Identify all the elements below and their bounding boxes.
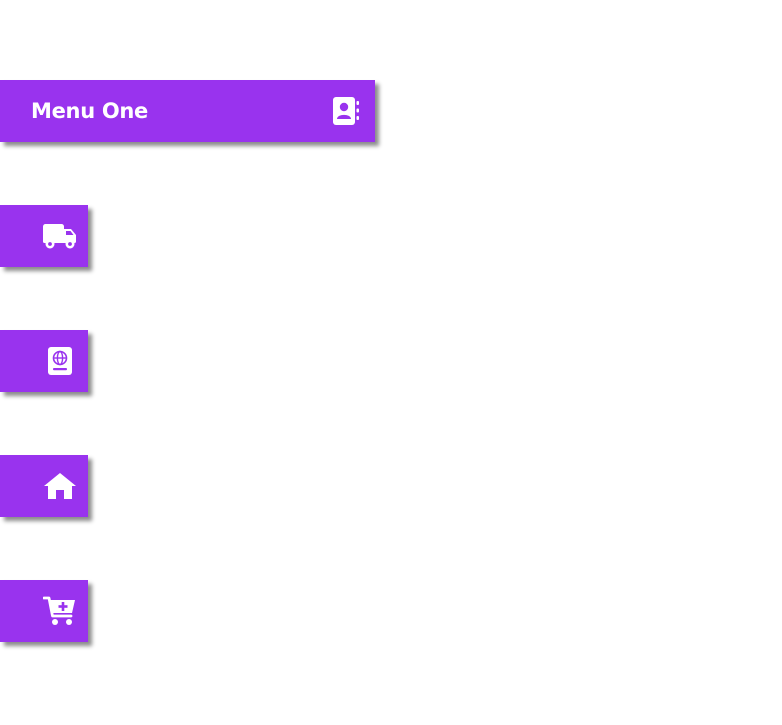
menu-item-menu-one[interactable]: Menu One (0, 80, 375, 142)
truck-icon (42, 218, 78, 254)
cart-plus-icon (42, 593, 78, 629)
menu-item-cart[interactable] (0, 580, 88, 642)
menu-item-label: Menu One (31, 99, 148, 123)
menu-item-home[interactable] (0, 455, 88, 517)
side-menu: Menu One (0, 0, 782, 725)
passport-icon (42, 343, 78, 379)
menu-item-passport[interactable] (0, 330, 88, 392)
address-book-icon (328, 93, 364, 129)
menu-item-shipping[interactable] (0, 205, 88, 267)
home-icon (42, 468, 78, 504)
